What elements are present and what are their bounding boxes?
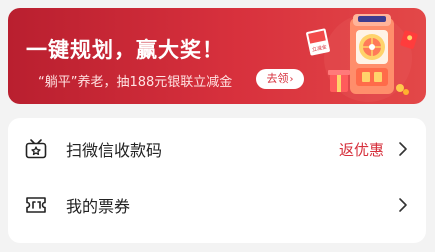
claim-button[interactable]: 去领›: [256, 69, 304, 89]
banner-subtitle: “躺平”养老，抽188元银联立减金: [38, 75, 233, 90]
chevron-right-icon: ›: [289, 74, 294, 85]
chevron-right-icon: [399, 142, 407, 156]
scan-register-icon: [25, 139, 47, 159]
promo-badge: 返优惠: [338, 140, 384, 159]
menu-item-my-tickets[interactable]: 我的票券: [8, 176, 426, 234]
banner-title: 一键规划，赢大奖！: [26, 38, 224, 62]
prize-machine-illustration: 立减金: [306, 14, 418, 102]
chevron-right-icon: [399, 198, 407, 212]
menu-item-label: 我的票券: [66, 197, 131, 216]
promo-banner[interactable]: 一键规划，赢大奖！ “躺平”养老，抽188元银联立减金 去领› 立减金: [8, 8, 426, 104]
menu-card: 扫微信收款码 返优惠 我的票券: [8, 118, 426, 243]
ticket-icon: [26, 197, 46, 213]
menu-item-scan-wechat-code[interactable]: 扫微信收款码 返优惠: [8, 120, 426, 178]
claim-button-label: 去领: [266, 72, 289, 85]
menu-item-label: 扫微信收款码: [66, 141, 163, 160]
